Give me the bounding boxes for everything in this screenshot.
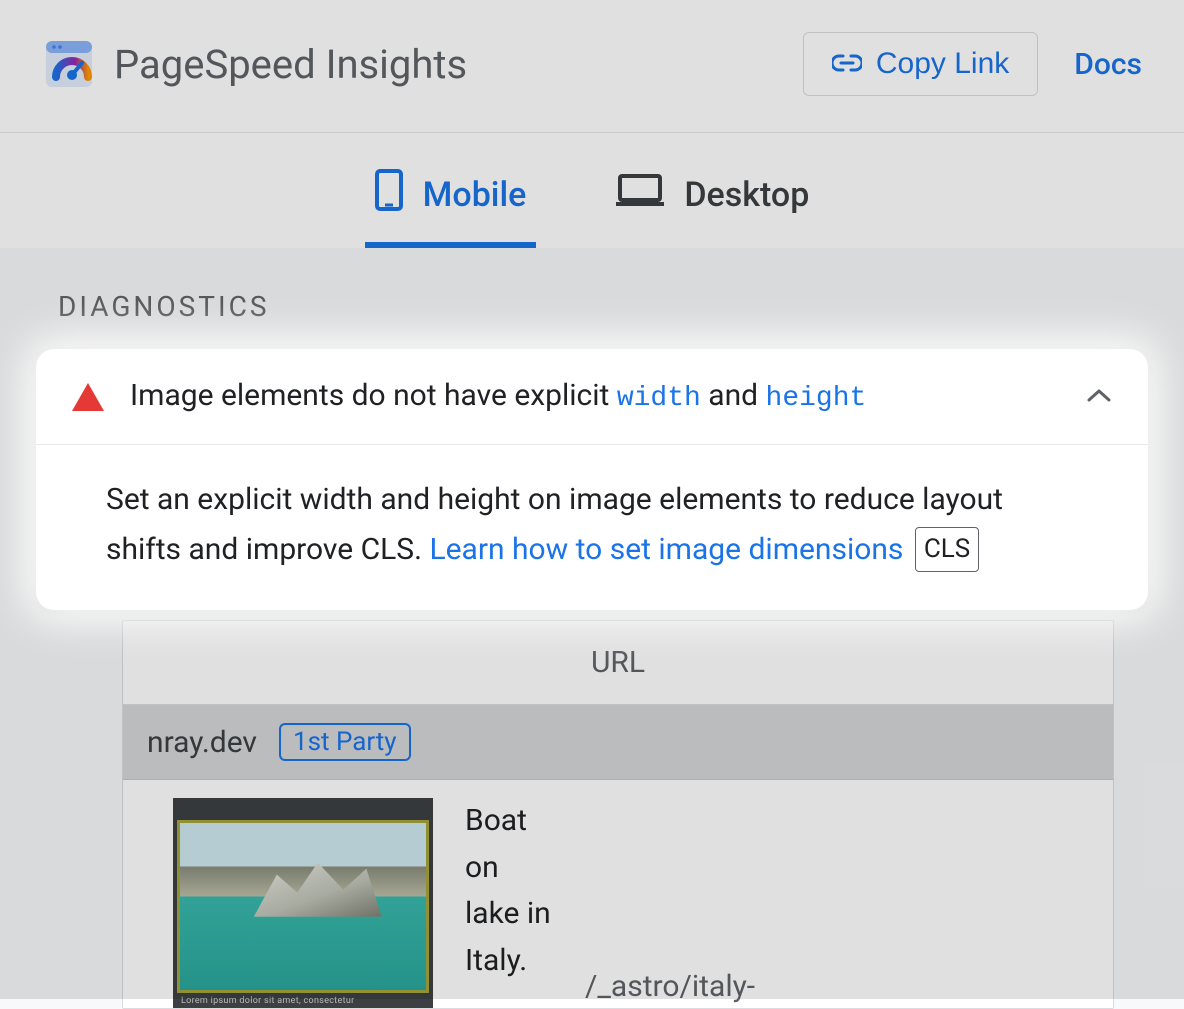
docs-link[interactable]: Docs <box>1074 47 1142 82</box>
diagnostic-title: Image elements do not have explicit widt… <box>130 375 1080 418</box>
code-width: width <box>617 383 701 414</box>
image-thumbnail: Lorem ipsum dolor sit amet, consectetur <box>173 798 433 1008</box>
learn-link[interactable]: Learn how to set image dimensions <box>429 532 903 567</box>
domain-text: nray.dev <box>147 725 257 760</box>
cls-badge: CLS <box>915 527 979 572</box>
brand: PageSpeed Insights <box>42 37 467 91</box>
table-column-url: URL <box>123 621 1113 705</box>
table-row: Lorem ipsum dolor sit amet, consectetur … <box>123 780 1113 1008</box>
header-actions: Copy Link Docs <box>803 32 1142 96</box>
tab-mobile[interactable]: Mobile <box>365 163 537 248</box>
link-icon <box>832 47 862 81</box>
tab-desktop[interactable]: Desktop <box>606 163 819 248</box>
diagnostics-heading: DIAGNOSTICS <box>0 248 1184 349</box>
diagnostic-table: URL nray.dev 1st Party Lorem ipsum dolor… <box>122 620 1114 1009</box>
warning-triangle-icon <box>72 383 104 411</box>
copy-link-button[interactable]: Copy Link <box>803 32 1038 96</box>
device-tabs: Mobile Desktop <box>0 133 1184 248</box>
diagnostic-title-text: Image elements do not have explicit <box>130 378 617 413</box>
image-path: /_astro/italy- <box>585 969 755 1008</box>
desktop-icon <box>616 173 664 216</box>
tab-mobile-label: Mobile <box>423 175 527 215</box>
diagnostic-card: Image elements do not have explicit widt… <box>36 349 1148 610</box>
code-height: height <box>766 383 867 414</box>
page-title: PageSpeed Insights <box>114 41 467 88</box>
copy-link-label: Copy Link <box>876 47 1009 81</box>
diagnostic-body: Set an explicit width and height on imag… <box>36 445 1148 610</box>
mobile-icon <box>375 169 403 220</box>
table-group-header: nray.dev 1st Party <box>123 705 1113 780</box>
diagnostic-header[interactable]: Image elements do not have explicit widt… <box>36 349 1148 445</box>
page-header: PageSpeed Insights Copy Link Docs <box>0 0 1184 133</box>
pagespeed-logo-icon <box>42 37 96 91</box>
chevron-up-icon[interactable] <box>1080 381 1118 413</box>
first-party-badge: 1st Party <box>279 723 411 761</box>
tab-desktop-label: Desktop <box>684 175 809 215</box>
image-alt-text: Boat on lake in Italy. <box>465 798 553 984</box>
diagnostic-title-mid: and <box>701 378 766 413</box>
